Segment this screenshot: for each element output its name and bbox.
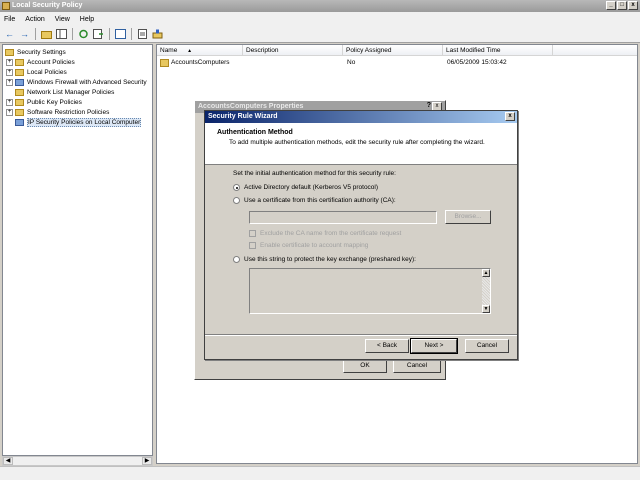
window-title: Local Security Policy [12,2,83,9]
row-name[interactable]: AccountsComputers [171,58,230,68]
menu-action[interactable]: Action [25,16,44,23]
tree-pane[interactable]: Security Settings + Account Policies + L… [2,44,153,456]
scroll-up-icon[interactable]: ▲ [482,269,490,277]
refresh-icon[interactable] [77,28,90,41]
tree-item-windows-firewall[interactable]: + Windows Firewall with Advanced Securit… [6,77,147,87]
help-icon[interactable] [114,28,127,41]
status-bar [0,466,640,480]
menu-help[interactable]: Help [80,16,94,23]
toolbar-separator [109,28,110,40]
column-last-modified[interactable]: Last Modified Time [443,45,553,56]
wizard-header: Authentication Method To add multiple au… [205,123,517,165]
preshared-key-field[interactable]: ▲ ▼ [249,268,491,314]
expand-icon[interactable]: + [6,58,13,66]
radio-checked-icon[interactable] [233,184,240,191]
back-button[interactable]: < Back [365,339,409,353]
radio-certificate[interactable]: Use a certificate from this certificatio… [233,197,396,204]
security-rule-wizard: Security Rule Wizard x Authentication Me… [204,110,518,360]
forward-arrow-icon[interactable]: → [18,28,31,41]
checkbox-account-mapping[interactable]: Enable certificate to account mapping [249,242,368,249]
row-modified: 06/05/2009 15:03:42 [447,59,507,66]
folder-icon [15,88,24,96]
cancel-button[interactable]: Cancel [465,339,509,353]
tree-item-ip-security-policies[interactable]: IP Security Policies on Local Computer [15,117,142,127]
folder-icon [15,58,24,66]
toolbar-separator [35,28,36,40]
expand-icon[interactable]: + [6,98,13,106]
checkbox-exclude-ca-name[interactable]: Exclude the CA name from the certificate… [249,230,401,237]
radio-unchecked-icon[interactable] [233,256,240,263]
column-policy-assigned[interactable]: Policy Assigned [343,45,443,56]
maximize-button[interactable]: □ [617,1,627,10]
menu-view[interactable]: View [55,16,70,23]
show-hide-tree-icon[interactable] [55,28,68,41]
toolbar-separator [131,28,132,40]
radio-active-directory[interactable]: Active Directory default (Kerberos V5 pr… [233,184,378,191]
export-list-icon[interactable] [92,28,105,41]
list-header: Name ▲ Description Policy Assigned Last … [157,45,637,56]
certificate-authority-field[interactable] [249,211,437,224]
folder-icon [15,108,24,116]
up-folder-icon[interactable] [40,28,53,41]
expand-icon[interactable]: + [6,108,13,116]
folder-icon [15,98,24,106]
expand-icon[interactable]: + [6,78,13,86]
expand-icon[interactable]: + [6,68,13,76]
preshared-key-scrollbar[interactable]: ▲ ▼ [482,269,490,313]
sort-ascending-icon: ▲ [187,48,193,54]
checkbox-icon[interactable] [249,242,256,249]
tree-item-public-key-policies[interactable]: + Public Key Policies [6,97,82,107]
tree-horizontal-scrollbar[interactable]: ◀ ▶ [2,456,153,466]
auth-method-prompt: Set the initial authentication method fo… [233,170,396,177]
wizard-heading: Authentication Method [217,129,293,136]
tree-item-software-restriction[interactable]: + Software Restriction Policies [6,107,109,117]
ip-security-icon [15,118,24,126]
scroll-left-icon[interactable]: ◀ [3,457,13,465]
toolbar-separator [72,28,73,40]
radio-unchecked-icon[interactable] [233,197,240,204]
column-description[interactable]: Description [243,45,343,56]
tree-root[interactable]: Security Settings [5,47,66,57]
radio-preshared-key[interactable]: Use this string to protect the key excha… [233,256,416,263]
wizard-title: Security Rule Wizard [208,113,278,120]
assign-policy-icon[interactable] [151,28,164,41]
app-icon [2,2,10,10]
tree-item-network-list-manager[interactable]: Network List Manager Policies [15,87,114,97]
toolbar: ← → [0,26,640,43]
next-button[interactable]: Next > [410,338,458,354]
minimize-button[interactable]: _ [606,1,616,10]
back-arrow-icon[interactable]: ← [3,28,16,41]
policy-icon [160,59,169,67]
window-titlebar: Local Security Policy _ □ x [0,0,640,12]
tree-item-account-policies[interactable]: + Account Policies [6,57,75,67]
checkbox-icon[interactable] [249,230,256,237]
scroll-right-icon[interactable]: ▶ [142,457,152,465]
column-name[interactable]: Name ▲ [157,45,243,56]
menu-bar: File Action View Help [0,12,640,26]
scroll-down-icon[interactable]: ▼ [482,305,490,313]
tree-item-local-policies[interactable]: + Local Policies [6,67,67,77]
folder-icon [15,68,24,76]
wizard-titlebar: Security Rule Wizard x [205,111,517,123]
wizard-description: To add multiple authentication methods, … [229,139,485,146]
wizard-close-button[interactable]: x [505,112,515,121]
properties-icon[interactable] [136,28,149,41]
help-icon[interactable]: ? [427,102,431,109]
firewall-icon [15,78,24,86]
close-button[interactable]: x [628,1,638,10]
properties-cancel-button[interactable]: Cancel [393,359,441,373]
row-assigned: No [347,59,356,66]
security-settings-icon [5,48,14,56]
browse-button[interactable]: Browse... [445,210,491,224]
properties-ok-button[interactable]: OK [343,359,387,373]
menu-file[interactable]: File [4,16,15,23]
wizard-separator [205,334,517,336]
